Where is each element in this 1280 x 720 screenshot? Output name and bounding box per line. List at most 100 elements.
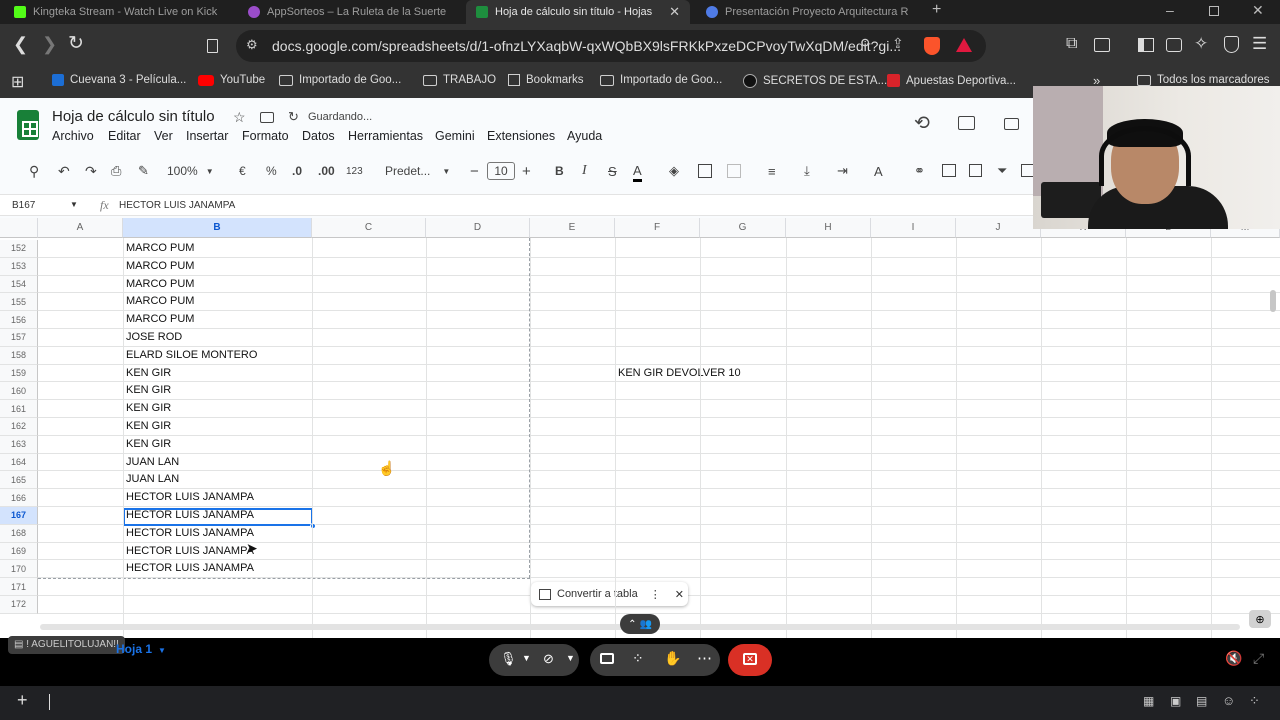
column-header-e[interactable]: E [530,218,615,238]
row-header[interactable]: 156 [0,311,38,329]
explore-button[interactable]: ⊕ [1249,610,1271,628]
chevron-down-icon[interactable]: ▼ [566,653,575,663]
cell-b[interactable]: KEN GIR [126,400,171,418]
decrease-decimals-button[interactable]: .0 [292,162,302,180]
column-header-i[interactable]: I [871,218,956,238]
close-window-icon[interactable]: ✕ [1252,2,1264,19]
row-header[interactable]: 153 [0,257,38,276]
bookmark-item[interactable]: Importado de Goo... [279,74,401,86]
menu-ayuda[interactable]: Ayuda [567,129,602,143]
cell-b[interactable]: MARCO PUM [126,311,194,329]
vertical-scrollbar-thumb[interactable] [1270,290,1276,312]
wallet-icon[interactable] [1166,38,1182,52]
insert-link-icon[interactable]: ⚭ [914,162,925,180]
cell-b[interactable]: HECTOR LUIS JANAMPA [126,560,254,578]
row-header[interactable]: 166 [0,489,38,507]
row-header[interactable]: 157 [0,329,38,347]
insert-chart-icon[interactable] [969,164,982,177]
emoji-icon[interactable]: ☺ [1222,693,1235,708]
cell-b[interactable]: KEN GIR [126,418,171,436]
currency-format-button[interactable]: € [239,162,246,180]
borders-icon[interactable] [698,164,712,178]
add-icon[interactable]: + [17,690,28,711]
bookmark-item[interactable]: TRABAJO [423,74,496,86]
sheets-logo-icon[interactable] [17,110,39,140]
text-wrap-icon[interactable]: ⇥ [837,162,848,180]
formula-input[interactable]: HECTOR LUIS JANAMPA [119,200,235,211]
menu-ver[interactable]: Ver [154,129,173,143]
row-header[interactable]: 159 [0,364,38,383]
mute-icon[interactable]: 🔇 [1225,650,1242,667]
strikethrough-icon[interactable]: S [608,162,617,180]
site-info-icon[interactable]: ⚙ [246,37,258,53]
row-header[interactable]: 158 [0,346,38,365]
bookmark-item[interactable]: SECRETOS DE ESTA... [743,74,887,88]
row-header[interactable]: 168 [0,524,38,543]
tray-icon[interactable]: ▦ [1143,694,1154,708]
row-header[interactable]: 171 [0,578,38,596]
apps-icon[interactable]: ⊞ [11,72,24,92]
tray-icon[interactable]: ▤ [1196,694,1207,708]
back-icon[interactable]: ❮ [13,34,28,55]
tray-icon[interactable]: ▣ [1170,694,1181,708]
cell-b[interactable]: HECTOR LUIS JANAMPA [126,489,254,507]
column-header-c[interactable]: C [312,218,426,238]
cell-b[interactable]: KEN GIR [126,382,171,400]
menu-formato[interactable]: Formato [242,129,289,143]
end-call-button[interactable]: ✕ [728,644,772,676]
column-header-a[interactable]: A [38,218,123,238]
chevron-down-icon[interactable]: ▼ [70,200,78,209]
align-horizontal-icon[interactable]: ≡ [768,162,776,180]
meet-icon[interactable] [1004,118,1019,130]
row-header[interactable]: 172 [0,596,38,614]
bookmark-item[interactable]: Importado de Goo... [600,74,722,86]
row-header[interactable]: 154 [0,275,38,294]
row-header[interactable]: 162 [0,418,38,436]
selected-cell-border[interactable] [123,508,313,526]
reload-icon[interactable]: ↻ [68,32,84,55]
cell-b[interactable]: ELARD SILOE MONTERO [126,347,257,365]
row-header[interactable]: 161 [0,400,38,418]
new-tab-icon[interactable]: + [932,1,941,19]
row-header[interactable]: 167 [0,507,38,525]
move-folder-icon[interactable] [260,112,274,123]
fullscreen-icon[interactable]: ⤢ [1253,650,1264,667]
search-menus-icon[interactable]: ⚲ [29,162,39,180]
zoom-icon[interactable]: ⚲ [860,36,870,53]
spreadsheet-grid[interactable]: ABCDEFGHIJKLM 152MARCO PUM153MARCO PUM15… [0,218,1280,638]
bookmark-item[interactable]: Cuevana 3 - Película... [52,74,186,86]
brave-shield-icon[interactable] [924,37,940,55]
convert-to-table-chip[interactable]: Convertir a tabla ⋮ ✕ [531,582,688,606]
text-rotation-icon[interactable]: A [874,162,883,180]
merge-cells-icon[interactable] [727,164,741,178]
cell-b[interactable]: KEN GIR [126,436,171,454]
row-header[interactable]: 152 [0,240,38,258]
column-header-g[interactable]: G [700,218,786,238]
all-bookmarks[interactable]: Todos los marcadores [1137,74,1270,86]
cell-b[interactable]: JUAN LAN [126,471,179,489]
bold-icon[interactable]: B [555,162,564,180]
column-header-b[interactable]: B [123,218,312,238]
increase-font-size-button[interactable]: + [522,162,531,180]
column-header-h[interactable]: H [786,218,871,238]
cell-f[interactable]: KEN GIR DEVOLVER 10 [618,365,741,383]
zoom-select[interactable]: 100% ▼ [167,162,214,180]
decrease-font-size-button[interactable]: − [470,162,479,180]
vpn-icon[interactable] [1224,36,1239,53]
menu-herramientas[interactable]: Herramientas [348,129,423,143]
reactions-icon[interactable]: ⁘ [632,650,644,667]
redo-icon[interactable]: ↷ [85,162,97,180]
undo-icon[interactable]: ↶ [58,162,70,180]
forward-icon[interactable]: ❯ [42,34,57,55]
fill-color-icon[interactable]: ◈ [669,162,679,180]
menu-icon[interactable]: ☰ [1252,34,1267,54]
browser-tab[interactable]: Kingteka Stream - Watch Live on Kick [4,0,234,24]
menu-archivo[interactable]: Archivo [52,129,94,143]
address-bar[interactable]: ⚙ docs.google.com/spreadsheets/d/1-ofnzL… [236,30,986,62]
column-header-f[interactable]: F [615,218,700,238]
media-icon[interactable] [1094,38,1110,52]
row-header[interactable]: 170 [0,560,38,579]
name-box[interactable]: B167 [12,200,35,211]
menu-datos[interactable]: Datos [302,129,335,143]
row-header[interactable]: 155 [0,293,38,312]
